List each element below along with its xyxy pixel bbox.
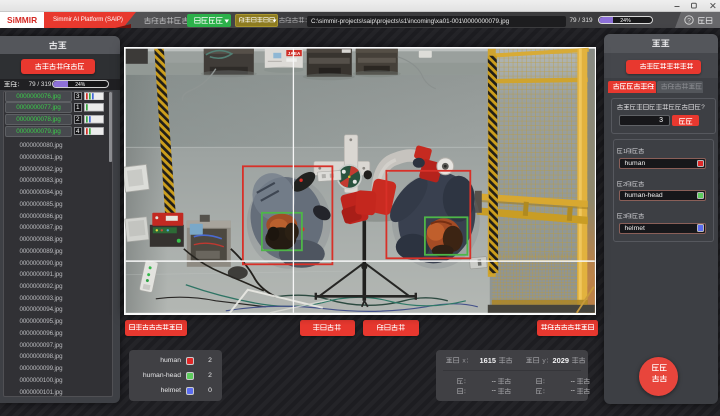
svg-text:y: y: [542, 358, 546, 365]
svg-text:1: 1: [623, 148, 626, 154]
svg-text:?: ?: [687, 17, 691, 24]
svg-text:x: x: [462, 358, 466, 365]
svg-text:JAEA: JAEA: [287, 51, 300, 56]
svg-text:?: ?: [701, 104, 704, 111]
svg-text:2: 2: [623, 181, 626, 187]
